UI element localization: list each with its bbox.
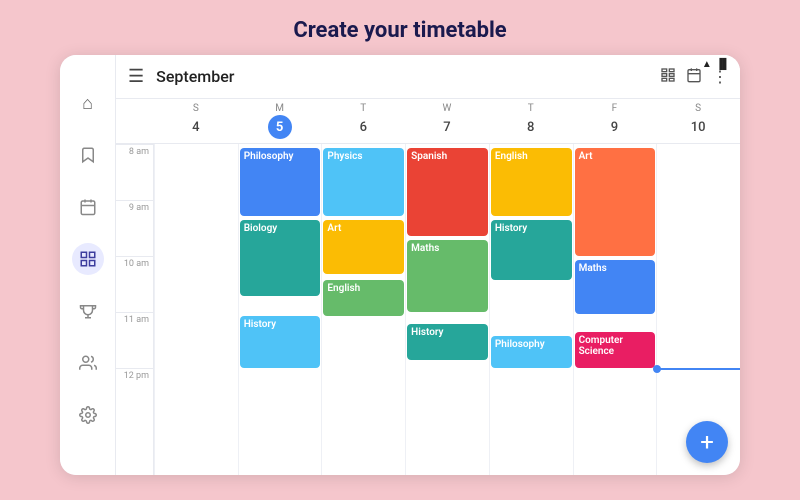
fab-button[interactable]: + — [686, 421, 728, 463]
day-header-0: S 4 — [154, 99, 238, 143]
day-num-2[interactable]: 6 — [351, 115, 375, 139]
day-col-2: Physics Art English — [321, 144, 405, 475]
time-column: 8 am 9 am 10 am 11 am 12 pm — [116, 144, 154, 475]
day-col-5: Art Maths Computer Science — [573, 144, 657, 475]
day-num-6[interactable]: 10 — [686, 115, 710, 139]
day-header-3: W 7 — [405, 99, 489, 143]
time-8am: 8 am — [116, 144, 153, 200]
calendar-icon[interactable] — [72, 191, 104, 223]
day-letter-0: S — [193, 103, 199, 114]
people-icon[interactable] — [72, 347, 104, 379]
day-num-4[interactable]: 8 — [519, 115, 543, 139]
main-area: ☰ September ⋮ S 4 M — [116, 55, 740, 475]
day-letter-2: T — [360, 103, 366, 114]
day-header-1: M 5 — [238, 99, 322, 143]
day-col-3: Spanish Maths History — [405, 144, 489, 475]
day-num-5[interactable]: 9 — [602, 115, 626, 139]
event-english-thu[interactable]: English — [491, 148, 572, 216]
event-maths-fri[interactable]: Maths — [575, 260, 656, 314]
menu-button[interactable]: ☰ — [128, 66, 144, 87]
day-letter-4: T — [528, 103, 534, 114]
time-9am: 9 am — [116, 200, 153, 256]
sidebar: ⌂ — [60, 55, 116, 475]
day-col-1: Philosophy Biology History — [238, 144, 322, 475]
day-letter-5: F — [612, 103, 618, 114]
event-history-mon[interactable]: History — [240, 316, 321, 368]
time-11am: 11 am — [116, 312, 153, 368]
time-10am: 10 am — [116, 256, 153, 312]
tablet-frame: ▲ ▐▌ ⌂ ☰ September — [60, 55, 740, 475]
day-num-0[interactable]: 4 — [184, 115, 208, 139]
event-art-fri[interactable]: Art — [575, 148, 656, 256]
status-bar: ▲ ▐▌ — [702, 55, 740, 73]
current-time-line — [657, 368, 740, 370]
calendar-header: S 4 M 5 T 6 W 7 T 8 — [116, 99, 740, 144]
timetable-icon[interactable] — [72, 243, 104, 275]
day-num-3[interactable]: 7 — [435, 115, 459, 139]
settings-icon[interactable] — [72, 399, 104, 431]
time-col-header — [116, 99, 154, 143]
event-maths-wed[interactable]: Maths — [407, 240, 488, 312]
trophy-icon[interactable] — [72, 295, 104, 327]
day-letter-3: W — [443, 103, 452, 114]
day-header-2: T 6 — [321, 99, 405, 143]
event-history-thu[interactable]: History — [491, 220, 572, 280]
event-history-wed[interactable]: History — [407, 324, 488, 360]
wifi-icon: ▲ — [702, 59, 712, 70]
time-12pm: 12 pm — [116, 368, 153, 424]
calendar-body: 8 am 9 am 10 am 11 am 12 pm Philosophy B… — [116, 144, 740, 475]
day-header-6: S 10 — [656, 99, 740, 143]
day-header-4: T 8 — [489, 99, 573, 143]
bookmark-icon[interactable] — [72, 139, 104, 171]
month-title: September — [156, 67, 648, 86]
event-biology[interactable]: Biology — [240, 220, 321, 296]
event-computer-science[interactable]: Computer Science — [575, 332, 656, 368]
calendar-view-icon[interactable] — [686, 67, 702, 87]
battery-icon: ▐▌ — [716, 59, 730, 70]
top-bar: ☰ September ⋮ — [116, 55, 740, 99]
day-num-1[interactable]: 5 — [268, 115, 292, 139]
event-english-tue[interactable]: English — [323, 280, 404, 316]
day-headers: S 4 M 5 T 6 W 7 T 8 — [154, 99, 740, 143]
page-title: Create your timetable — [293, 18, 506, 43]
event-art-tue[interactable]: Art — [323, 220, 404, 274]
day-header-5: F 9 — [573, 99, 657, 143]
view-toggle-icon[interactable] — [660, 67, 676, 87]
day-col-0 — [154, 144, 238, 475]
home-icon[interactable]: ⌂ — [72, 87, 104, 119]
event-physics[interactable]: Physics — [323, 148, 404, 216]
event-philosophy[interactable]: Philosophy — [240, 148, 321, 216]
day-letter-6: S — [695, 103, 701, 114]
events-grid: Philosophy Biology History Physics Art E… — [154, 144, 740, 475]
day-letter-1: M — [275, 103, 284, 114]
day-col-4: English History Philosophy — [489, 144, 573, 475]
event-spanish[interactable]: Spanish — [407, 148, 488, 236]
event-philosophy-thu[interactable]: Philosophy — [491, 336, 572, 368]
